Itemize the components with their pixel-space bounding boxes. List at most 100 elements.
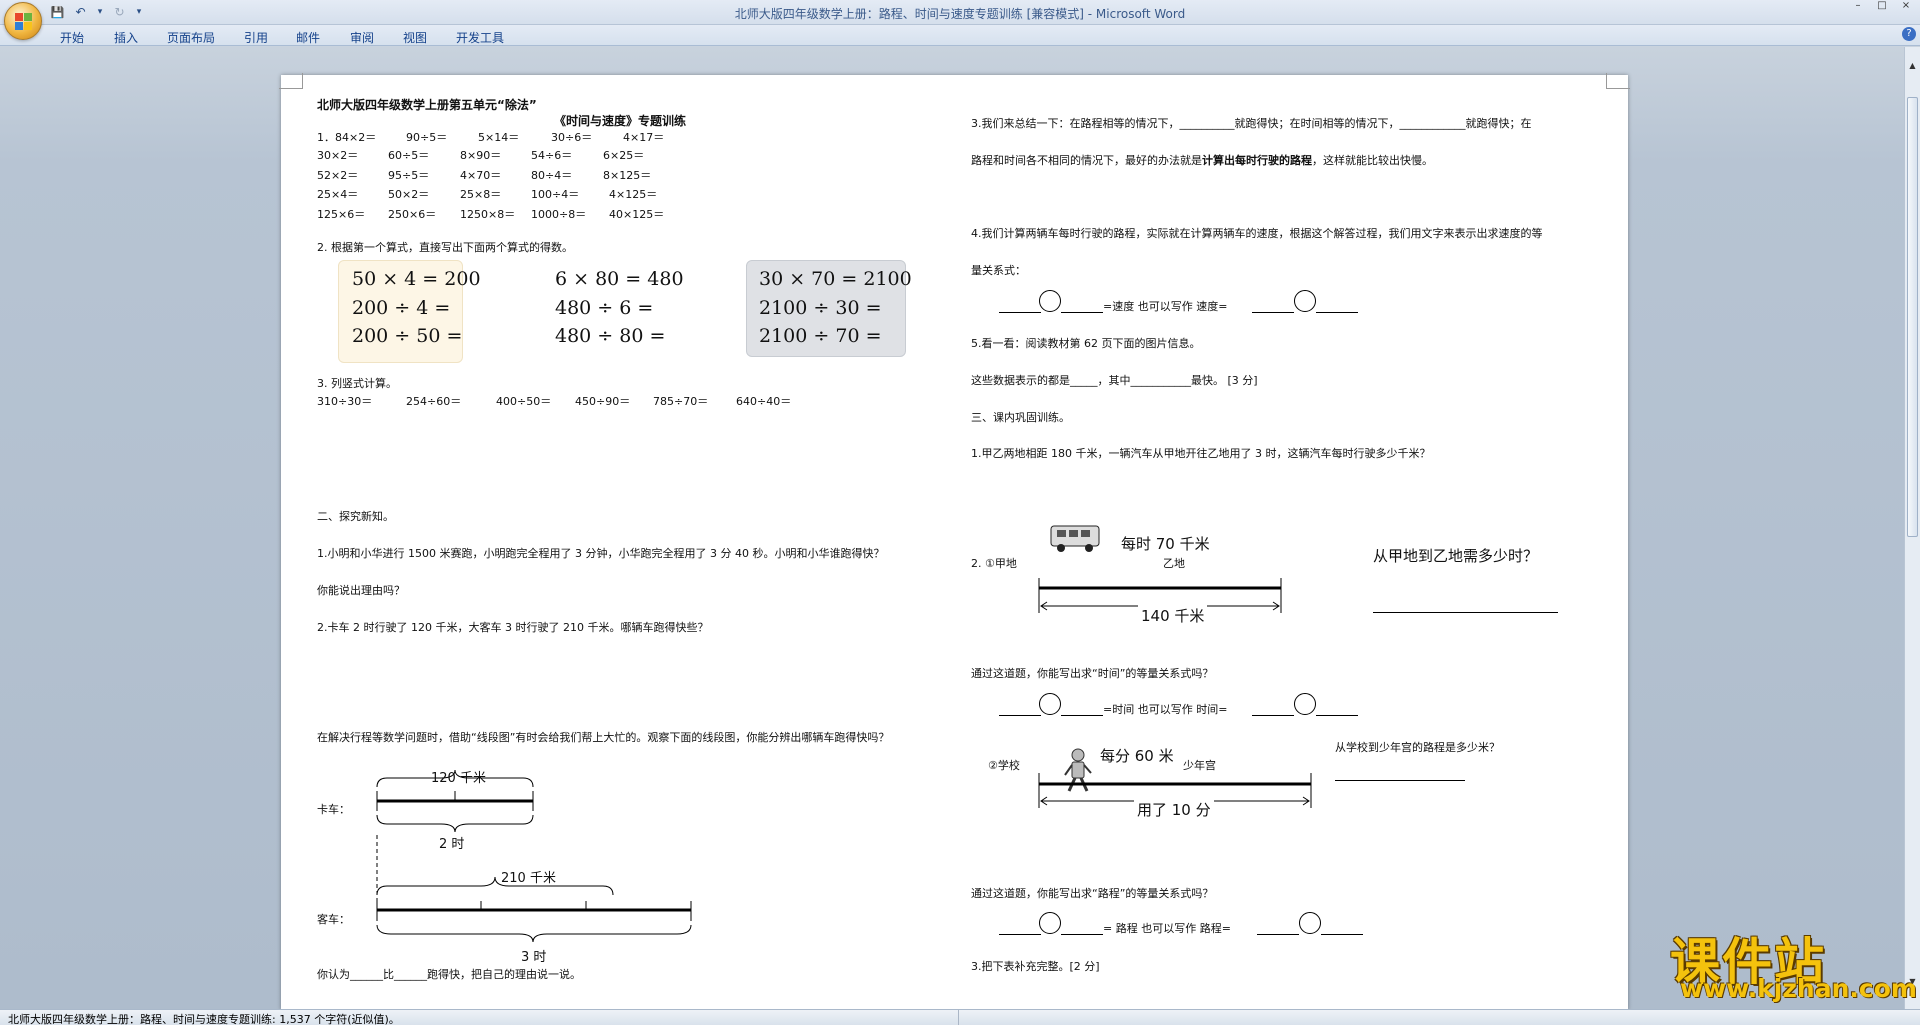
office-logo-icon bbox=[15, 13, 32, 30]
vertical-scrollbar[interactable]: ▲ ▼ bbox=[1904, 47, 1920, 1009]
time-formula-prompt: 通过这道题，你能写出求“时间”的等量关系式吗？ bbox=[971, 667, 1214, 680]
q1-cell: 90÷5＝ bbox=[406, 131, 448, 144]
q1-cell: 1．84×2＝ bbox=[317, 131, 377, 144]
question-2: 2. 根据第一个算式，直接写出下面两个算式的得数。 bbox=[317, 241, 573, 254]
diagram-2-speed: 每分 60 米 bbox=[1100, 747, 1174, 765]
calc-box-a-line: 200 ÷ 50 = bbox=[352, 325, 463, 347]
blank-line bbox=[1316, 715, 1358, 716]
tab-page-layout[interactable]: 页面布局 bbox=[167, 29, 215, 46]
paragraph-3: 在解决行程等数学问题时，借助“线段图”有时会给我们帮上大忙的。观察下面的线段图，… bbox=[317, 731, 890, 744]
close-button[interactable]: × bbox=[1894, 0, 1918, 12]
diagram-2-start: ②学校 bbox=[988, 759, 1020, 772]
truck-distance-label: 120 千米 bbox=[431, 771, 486, 786]
bus-distance-label: 210 千米 bbox=[501, 871, 556, 886]
calc-box-c-line: 2100 ÷ 30 = bbox=[759, 297, 882, 319]
maximize-button[interactable]: □ bbox=[1870, 0, 1894, 12]
q1-cell: 8×90＝ bbox=[460, 149, 502, 162]
paragraph-1b: 你能说出理由吗？ bbox=[317, 584, 405, 597]
operator-circle[interactable] bbox=[1294, 693, 1316, 715]
diagram-1-end: 乙地 bbox=[1163, 557, 1185, 570]
diagram-1-speed: 每时 70 千米 bbox=[1121, 535, 1210, 553]
tab-insert[interactable]: 插入 bbox=[114, 29, 138, 46]
q1-cell: 95÷5＝ bbox=[388, 169, 430, 182]
answer-line bbox=[1335, 780, 1465, 781]
operator-circle[interactable] bbox=[1039, 290, 1061, 312]
blank-line bbox=[1252, 312, 1294, 313]
q1-cell: 52×2＝ bbox=[317, 169, 359, 182]
distance-formula-prompt: 通过这道题，你能写出求“路程”的等量关系式吗？ bbox=[971, 887, 1214, 900]
summary-emphasis: 计算出每时行驶的路程 bbox=[1202, 154, 1312, 167]
tab-view[interactable]: 视图 bbox=[403, 29, 427, 46]
document-page[interactable]: 北师大版四年级数学上册第五单元“除法” 《时间与速度》专题训练 1．84×2＝ … bbox=[279, 73, 1630, 1010]
diagram-2-duration: 用了 10 分 bbox=[1134, 799, 1214, 820]
q1-cell: 40×125＝ bbox=[609, 208, 665, 221]
operator-circle[interactable] bbox=[1294, 290, 1316, 312]
tab-home[interactable]: 开始 bbox=[60, 29, 84, 46]
q1-cell: 1000÷8＝ bbox=[531, 208, 587, 221]
speed-question-line-1: 4.我们计算两辆车每时行驶的路程，实际就在计算两辆车的速度，根据这个解答过程，我… bbox=[971, 227, 1543, 240]
question-3: 3. 列竖式计算。 bbox=[317, 377, 397, 390]
calc-box-a-line: 200 ÷ 4 = bbox=[352, 297, 451, 319]
blank-line bbox=[1257, 934, 1299, 935]
site-watermark: 课件站 www.kjzhan.com bbox=[1670, 922, 1917, 1003]
blank-line bbox=[999, 934, 1041, 935]
calc-box-a-line: 50 × 4 = 200 bbox=[352, 268, 481, 290]
calc-box-b-line: 480 ÷ 6 = bbox=[555, 297, 654, 319]
help-icon[interactable]: ? bbox=[1902, 27, 1916, 41]
bus-distance-brace bbox=[376, 876, 614, 896]
minimize-button[interactable]: – bbox=[1846, 0, 1870, 12]
truck-time-brace bbox=[376, 814, 534, 833]
calc-box-c-line: 2100 ÷ 70 = bbox=[759, 325, 882, 347]
q1-cell: 1250×8＝ bbox=[460, 208, 516, 221]
q1-cell: 25×8＝ bbox=[460, 188, 502, 201]
tab-developer[interactable]: 开发工具 bbox=[456, 29, 504, 46]
q1-cell: 125×6＝ bbox=[317, 208, 366, 221]
q1-cell: 8×125＝ bbox=[603, 169, 652, 182]
scrollbar-thumb[interactable] bbox=[1907, 97, 1918, 537]
doc-title-line1: 北师大版四年级数学上册第五单元“除法” bbox=[317, 98, 537, 112]
summary-line-1: 3.我们来总结一下：在路程相等的情况下，__________就跑得快；在时间相等… bbox=[971, 117, 1532, 130]
speed-formula: =速度 也可以写作 速度= bbox=[1103, 300, 1228, 313]
diagram-2-question: 从学校到少年宫的路程是多少米？ bbox=[1335, 741, 1500, 754]
q1-cell: 50×2＝ bbox=[388, 188, 430, 201]
section-2-heading: 二、探究新知。 bbox=[317, 510, 394, 523]
paragraph-4: 你认为______比______跑得快，把自己的理由说一说。 bbox=[317, 968, 581, 981]
q1-cell: 54÷6＝ bbox=[531, 149, 573, 162]
diagram-1-distance: 140 千米 bbox=[1138, 605, 1208, 626]
summary-line-2: 路程和时间各不相同的情况下，最好的办法就是计算出每时行驶的路程，这样就能比较出快… bbox=[971, 152, 1433, 168]
table-question: 3.把下表补充完整。[2 分] bbox=[971, 960, 1100, 973]
section-3-heading: 三、课内巩固训练。 bbox=[971, 411, 1070, 424]
q3-item: 640÷40＝ bbox=[736, 395, 792, 408]
summary-text: 路程和时间各不相同的情况下，最好的办法就是 bbox=[971, 154, 1202, 167]
operator-circle[interactable] bbox=[1299, 912, 1321, 934]
blank-line bbox=[1061, 934, 1103, 935]
tab-mailings[interactable]: 邮件 bbox=[296, 29, 320, 46]
status-text: 北师大版四年级数学上册：路程、时间与速度专题训练: 1,537 个字符(近似值)… bbox=[8, 1013, 400, 1025]
paragraph-1: 1.小明和小华进行 1500 米赛跑，小明跑完全程用了 3 分钟，小华跑完全程用… bbox=[317, 547, 885, 560]
answer-line bbox=[1373, 612, 1558, 613]
tab-review[interactable]: 审阅 bbox=[350, 29, 374, 46]
tab-references[interactable]: 引用 bbox=[244, 29, 268, 46]
travel-diagram-2 bbox=[1038, 748, 1312, 808]
office-button[interactable] bbox=[4, 2, 42, 40]
blank-line bbox=[1316, 312, 1358, 313]
bus-time-brace bbox=[376, 924, 692, 943]
q1-cell: 5×14＝ bbox=[478, 131, 520, 144]
operator-circle[interactable] bbox=[1039, 912, 1061, 934]
blank-line bbox=[1061, 312, 1103, 313]
status-divider bbox=[958, 1010, 959, 1025]
window-controls: – □ × bbox=[1846, 0, 1918, 12]
q1-cell: 60÷5＝ bbox=[388, 149, 430, 162]
scroll-up-icon[interactable]: ▲ bbox=[1907, 61, 1918, 71]
title-bar: 💾 ↶ ▾ ↻ ▾ 北师大版四年级数学上册：路程、时间与速度专题训练 [兼容模式… bbox=[0, 0, 1920, 25]
q3-item: 310÷30＝ bbox=[317, 395, 373, 408]
calc-box-b-line: 480 ÷ 80 = bbox=[555, 325, 666, 347]
watermark-url: www.kjzhan.com bbox=[1680, 974, 1917, 1003]
data-question: 这些数据表示的都是_____，其中___________最快。 [3 分] bbox=[971, 374, 1258, 387]
bus-time-label: 3 时 bbox=[521, 950, 547, 965]
time-formula: =时间 也可以写作 时间= bbox=[1103, 703, 1228, 716]
operator-circle[interactable] bbox=[1039, 693, 1061, 715]
paragraph-2: 2.卡车 2 时行驶了 120 千米，大客车 3 时行驶了 210 千米。哪辆车… bbox=[317, 621, 709, 634]
speed-question-line-2: 量关系式： bbox=[971, 264, 1026, 277]
truck-time-label: 2 时 bbox=[439, 837, 465, 852]
